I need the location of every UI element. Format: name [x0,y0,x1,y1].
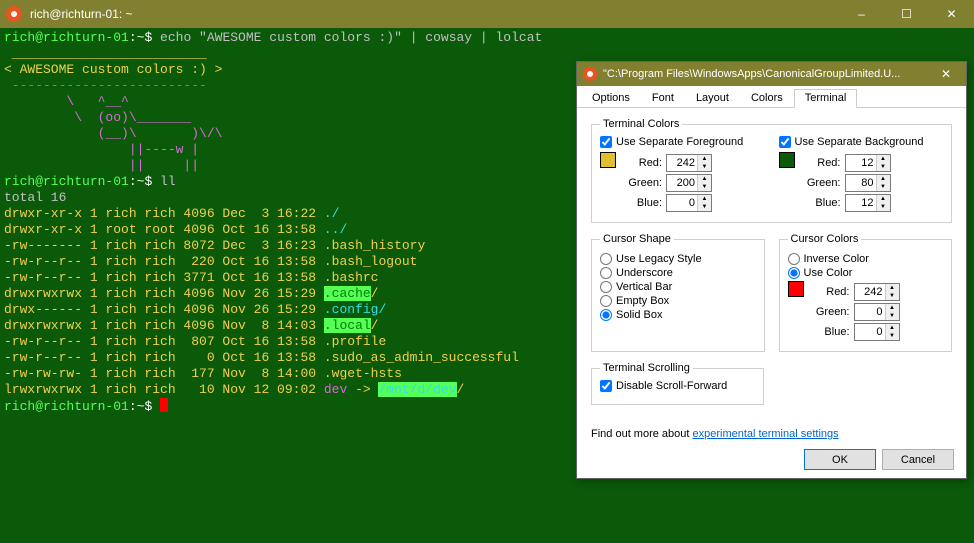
bg-red-input[interactable] [846,155,876,171]
window-title: rich@richturn-01: ~ [30,7,839,21]
minimize-button[interactable]: – [839,0,884,28]
ubuntu-icon [6,6,22,22]
down-arrow-icon[interactable]: ▼ [877,203,890,211]
terminal-scrolling-group: Terminal Scrolling Disable Scroll-Forwar… [591,362,764,405]
maximize-button[interactable]: ☐ [884,0,929,28]
cursor-shape-radio[interactable] [600,253,612,265]
down-arrow-icon[interactable]: ▼ [698,203,711,211]
properties-dialog: "C:\Program Files\WindowsApps\CanonicalG… [576,61,967,479]
cursor-swatch [788,281,804,297]
bg-color-column: Use Separate Background Red:▲▼ Green:▲▼ … [779,136,944,214]
terminal-colors-group: Terminal Colors Use Separate Foreground … [591,118,952,223]
up-arrow-icon[interactable]: ▲ [877,195,890,203]
dialog-title: "C:\Program Files\WindowsApps\CanonicalG… [603,68,926,80]
cursor-red-input[interactable] [855,284,885,300]
experimental-settings-link[interactable]: experimental terminal settings [693,428,839,440]
tab-colors[interactable]: Colors [740,89,794,108]
cancel-button[interactable]: Cancel [882,449,954,470]
down-arrow-icon[interactable]: ▼ [698,163,711,171]
down-arrow-icon[interactable]: ▼ [698,183,711,191]
findout-text: Find out more about experimental termina… [591,428,839,440]
disable-scroll-forward-checkbox[interactable] [600,380,612,392]
close-button[interactable]: ✕ [929,0,974,28]
cursor-shape-group: Cursor Shape Use Legacy StyleUnderscoreV… [591,233,765,352]
fg-blue-input[interactable] [667,195,697,211]
tab-terminal[interactable]: Terminal [794,89,858,108]
cursor-colors-group: Cursor Colors Inverse ColorUse Color Red… [779,233,953,352]
cursor-shape-radio[interactable] [600,295,612,307]
up-arrow-icon[interactable]: ▲ [698,175,711,183]
tab-options[interactable]: Options [581,89,641,108]
up-arrow-icon[interactable]: ▲ [877,155,890,163]
up-arrow-icon[interactable]: ▲ [698,155,711,163]
bg-blue-input[interactable] [846,195,876,211]
bg-swatch [779,152,795,168]
tab-layout[interactable]: Layout [685,89,740,108]
cursor-shape-radio[interactable] [600,267,612,279]
fg-green-input[interactable] [667,175,697,191]
cursor-shape-radio[interactable] [600,309,612,321]
use-separate-bg-checkbox[interactable] [779,136,791,148]
tab-font[interactable]: Font [641,89,685,108]
fg-red-input[interactable] [667,155,697,171]
ok-button[interactable]: OK [804,449,876,470]
cursor-color-radio[interactable] [788,267,800,279]
up-arrow-icon[interactable]: ▲ [698,195,711,203]
cursor-shape-radio[interactable] [600,281,612,293]
bg-green-input[interactable] [846,175,876,191]
down-arrow-icon[interactable]: ▼ [877,163,890,171]
fg-color-column: Use Separate Foreground Red:▲▼ Green:▲▼ … [600,136,765,214]
cursor-green-input[interactable] [855,304,885,320]
dialog-titlebar: "C:\Program Files\WindowsApps\CanonicalG… [577,62,966,86]
cursor-color-radio[interactable] [788,253,800,265]
use-separate-fg-checkbox[interactable] [600,136,612,148]
ubuntu-icon [583,67,597,81]
terminal-tab-pane: Terminal Colors Use Separate Foreground … [577,108,966,425]
window-titlebar: rich@richturn-01: ~ – ☐ ✕ [0,0,974,28]
fg-swatch [600,152,616,168]
up-arrow-icon[interactable]: ▲ [877,175,890,183]
dialog-tabs: OptionsFontLayoutColorsTerminal [577,86,966,108]
down-arrow-icon[interactable]: ▼ [877,183,890,191]
cursor-blue-input[interactable] [855,324,885,340]
dialog-close-button[interactable]: ✕ [926,67,966,81]
